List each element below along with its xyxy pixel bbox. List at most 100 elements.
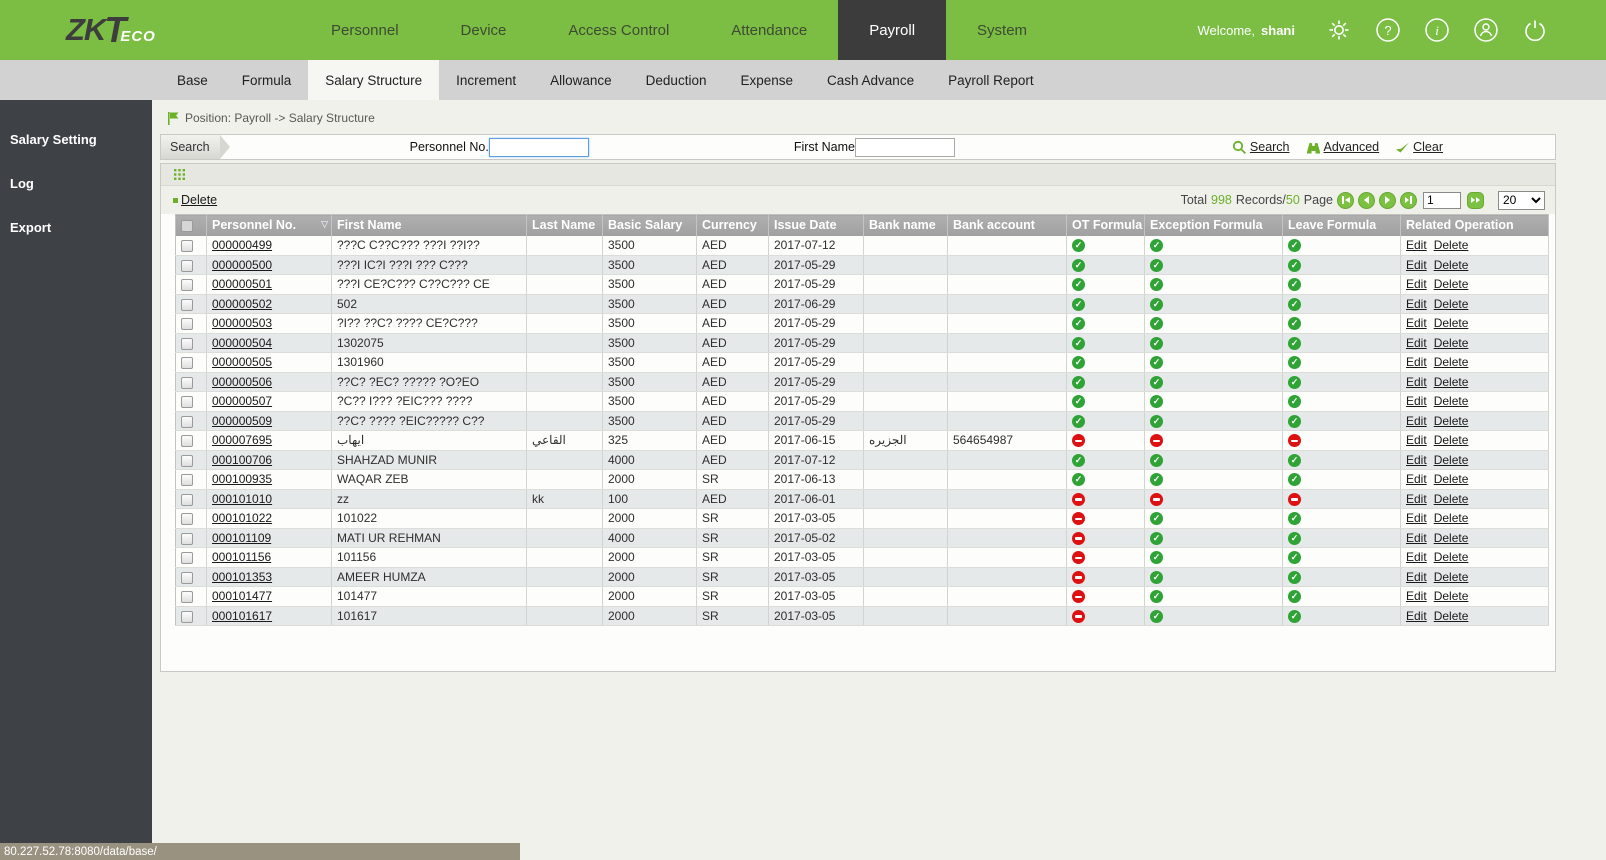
delete-link[interactable]: Delete [1434,316,1469,330]
edit-link[interactable]: Edit [1406,238,1427,252]
personnel-no-link[interactable]: 000000509 [212,414,272,428]
personnel-no-link[interactable]: 000000503 [212,316,272,330]
tab-payroll-report[interactable]: Payroll Report [931,60,1051,100]
edit-link[interactable]: Edit [1406,277,1427,291]
delete-link[interactable]: Delete [1434,297,1469,311]
tab-base[interactable]: Base [160,60,225,100]
row-checkbox[interactable] [181,396,193,409]
edit-link[interactable]: Edit [1406,394,1427,408]
edit-link[interactable]: Edit [1406,531,1427,545]
delete-link[interactable]: Delete [1434,394,1469,408]
row-checkbox[interactable] [181,474,193,487]
edit-link[interactable]: Edit [1406,511,1427,525]
edit-link[interactable]: Edit [1406,316,1427,330]
row-checkbox[interactable] [181,415,193,428]
help-icon[interactable]: ? [1375,17,1401,43]
personnel-no-link[interactable]: 000101010 [212,492,272,506]
edit-link[interactable]: Edit [1406,355,1427,369]
info-icon[interactable]: i [1424,17,1450,43]
power-icon[interactable] [1522,17,1548,43]
edit-link[interactable]: Edit [1406,609,1427,623]
tab-expense[interactable]: Expense [723,60,810,100]
delete-link[interactable]: Delete [1434,355,1469,369]
page-size-select[interactable]: 20 [1498,190,1545,210]
col-header-last-name[interactable]: Last Name [526,214,603,236]
delete-link[interactable]: Delete [1434,238,1469,252]
row-checkbox[interactable] [181,239,193,252]
prev-page-button[interactable] [1358,191,1375,209]
last-page-button[interactable] [1400,191,1417,209]
col-header-issue-date[interactable]: Issue Date [768,214,864,236]
delete-link[interactable]: Delete [1434,277,1469,291]
edit-link[interactable]: Edit [1406,258,1427,272]
tab-increment[interactable]: Increment [439,60,533,100]
personnel-no-link[interactable]: 000000501 [212,277,272,291]
col-header-related-operation[interactable]: Related Operation [1400,214,1549,236]
zkteco-logo[interactable]: ZK T ECO [0,0,300,60]
next-page-button[interactable] [1379,191,1396,209]
sidebar-item-export[interactable]: Export [0,210,152,245]
row-checkbox[interactable] [181,357,193,370]
delete-link[interactable]: Delete [1434,433,1469,447]
edit-link[interactable]: Edit [1406,297,1427,311]
row-checkbox[interactable] [181,435,193,448]
delete-link[interactable]: Delete [1434,414,1469,428]
row-checkbox[interactable] [181,318,193,331]
col-header-first-name[interactable]: First Name [331,214,527,236]
tab-salary-structure[interactable]: Salary Structure [308,60,440,100]
row-checkbox[interactable] [181,610,193,623]
personnel-no-link[interactable]: 000000505 [212,355,272,369]
row-checkbox[interactable] [181,454,193,467]
nav-item-device[interactable]: Device [430,0,538,60]
edit-link[interactable]: Edit [1406,375,1427,389]
settings-icon[interactable] [1326,17,1352,43]
row-checkbox[interactable] [181,337,193,350]
delete-link[interactable]: Delete [1434,531,1469,545]
edit-link[interactable]: Edit [1406,589,1427,603]
personnel-no-link[interactable]: 000101617 [212,609,272,623]
personnel-no-link[interactable]: 000101353 [212,570,272,584]
delete-link[interactable]: Delete [1434,258,1469,272]
row-checkbox[interactable] [181,513,193,526]
account-icon[interactable] [1473,17,1499,43]
col-header-currency[interactable]: Currency [696,214,769,236]
row-checkbox[interactable] [181,259,193,272]
personnel-no-link[interactable]: 000101477 [212,589,272,603]
row-checkbox[interactable] [181,279,193,292]
col-header-basic-salary[interactable]: Basic Salary [602,214,697,236]
personnel-no-link[interactable]: 000100706 [212,453,272,467]
first-name-input[interactable] [854,137,955,157]
col-header-ot-formula[interactable]: OT Formula [1066,214,1145,236]
nav-item-personnel[interactable]: Personnel [300,0,430,60]
personnel-no-link[interactable]: 000007695 [212,433,272,447]
col-header-bank-account[interactable]: Bank account [947,214,1067,236]
delete-link[interactable]: Delete [1434,550,1469,564]
edit-link[interactable]: Edit [1406,453,1427,467]
personnel-no-link[interactable]: 000101022 [212,511,272,525]
col-header-personnel-no[interactable]: Personnel No. ▽ [206,214,332,236]
page-number-input[interactable] [1423,191,1461,209]
tab-formula[interactable]: Formula [225,60,309,100]
grid-handle-icon[interactable] [174,169,185,180]
first-page-button[interactable] [1337,191,1354,209]
delete-link[interactable]: Delete [1434,511,1469,525]
row-checkbox[interactable] [181,376,193,389]
personnel-no-link[interactable]: 000101109 [212,531,271,545]
delete-link[interactable]: Delete [1434,336,1469,350]
nav-item-attendance[interactable]: Attendance [700,0,838,60]
col-header-bank-name[interactable]: Bank name [863,214,948,236]
search-button[interactable]: Search [1232,140,1290,155]
select-all-checkbox[interactable] [181,219,193,232]
row-checkbox[interactable] [181,552,193,565]
delete-link[interactable]: Delete [1434,375,1469,389]
tab-allowance[interactable]: Allowance [533,60,629,100]
personnel-no-link[interactable]: 000100935 [212,472,272,486]
row-checkbox[interactable] [181,532,193,545]
row-checkbox[interactable] [181,571,193,584]
sidebar-item-salary-setting[interactable]: Salary Setting [0,122,152,157]
tab-deduction[interactable]: Deduction [629,60,724,100]
nav-item-system[interactable]: System [946,0,1058,60]
advanced-button[interactable]: Advanced [1306,140,1379,154]
edit-link[interactable]: Edit [1406,492,1427,506]
delete-link[interactable]: Delete [1434,492,1469,506]
